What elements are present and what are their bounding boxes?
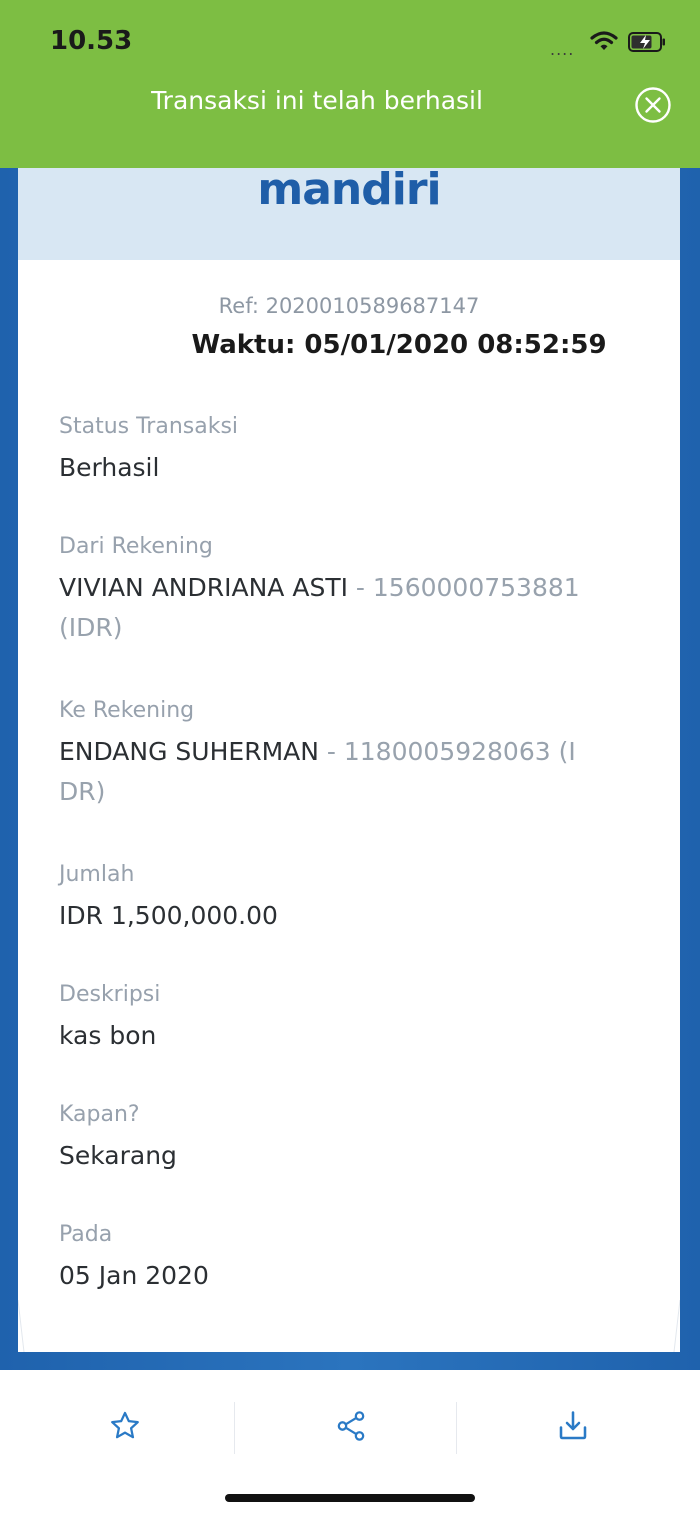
battery-charging-icon — [628, 32, 665, 52]
star-icon — [110, 1411, 139, 1439]
when-label: Kapan? — [59, 1102, 140, 1127]
to-account-name: ENDANG SUHERMAN — [59, 737, 319, 766]
status-value: Berhasil — [59, 453, 160, 482]
to-account-currency: DR) — [59, 777, 106, 806]
action-bar — [0, 1370, 700, 1516]
clock: 10.53 — [50, 26, 133, 56]
to-account-label: Ke Rekening — [59, 698, 195, 723]
share-icon — [337, 1411, 364, 1441]
date-label: Pada — [59, 1222, 113, 1247]
favorite-button[interactable] — [8, 1390, 241, 1462]
wifi-icon — [590, 31, 618, 50]
status-label: Status Transaksi — [59, 414, 239, 439]
reference-number: Ref: 2020010589687147 — [218, 294, 480, 318]
from-account-currency: (IDR) — [59, 613, 123, 642]
top-banner: 10.53 .... Transaksi ini telah berhasil — [0, 0, 700, 168]
bank-logo-text: mandiri — [257, 164, 441, 215]
home-indicator[interactable] — [225, 1494, 475, 1502]
from-account-value: VIVIAN ANDRIANA ASTI - 1560000753881 (ID… — [59, 568, 599, 648]
receipt-card: mandiri Ref: 2020010589687147 Waktu: 05/… — [18, 150, 680, 1352]
description-label: Deskripsi — [59, 982, 161, 1007]
from-account-name: VIVIAN ANDRIANA ASTI — [59, 573, 348, 602]
success-message: Transaksi ini telah berhasil — [151, 86, 483, 115]
description-value: kas bon — [59, 1021, 157, 1050]
from-account-number: - 1560000753881 — [347, 573, 580, 602]
to-account-number: - 1180005928063 (I — [318, 737, 576, 766]
share-button[interactable] — [234, 1390, 467, 1462]
download-icon — [559, 1411, 586, 1440]
download-button[interactable] — [456, 1390, 689, 1462]
when-value: Sekarang — [59, 1141, 177, 1170]
signal-icon: .... — [550, 40, 575, 59]
close-icon[interactable] — [634, 86, 672, 124]
date-value: 05 Jan 2020 — [59, 1261, 209, 1290]
receipt-edge — [18, 1300, 680, 1352]
amount-value: IDR 1,500,000.00 — [59, 901, 278, 930]
to-account-value: ENDANG SUHERMAN - 1180005928063 (I DR) — [59, 732, 599, 812]
from-account-label: Dari Rekening — [59, 534, 213, 559]
transaction-time: Waktu: 05/01/2020 08:52:59 — [191, 330, 607, 360]
amount-label: Jumlah — [59, 862, 135, 887]
